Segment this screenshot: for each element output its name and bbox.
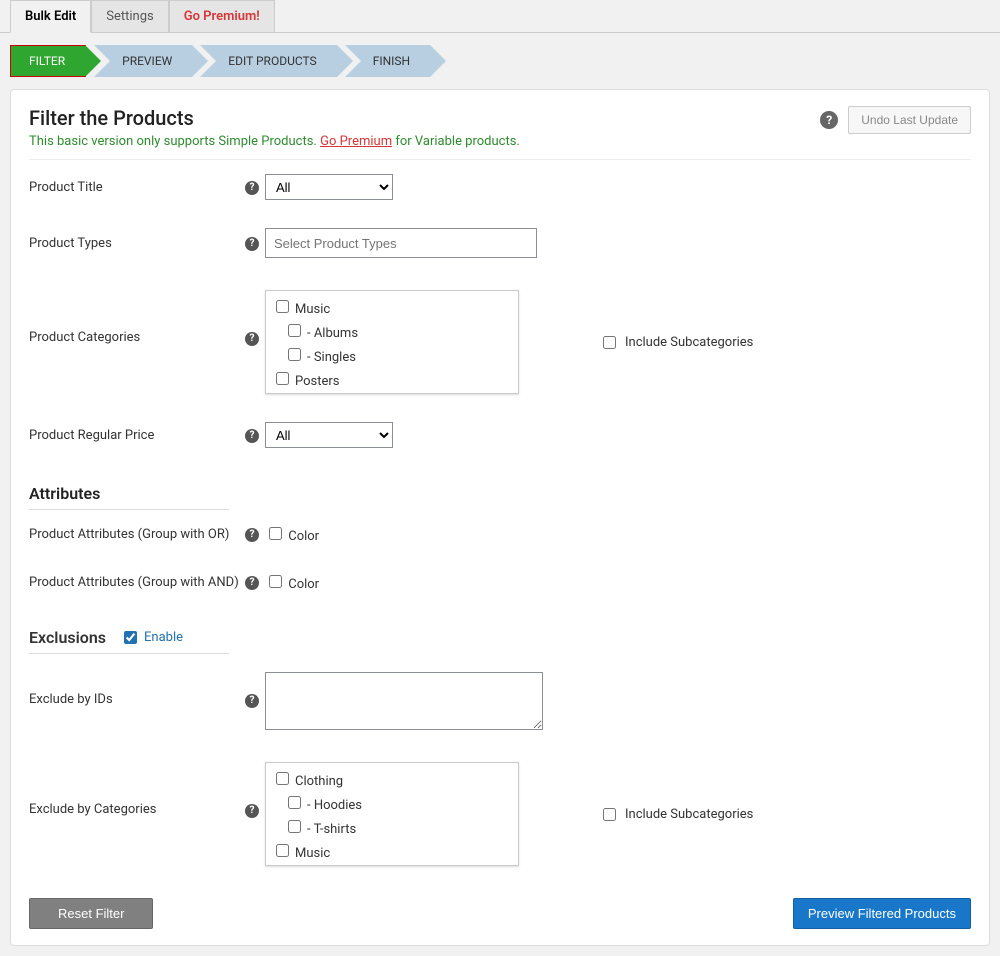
step-filter[interactable]: FILTER [10,45,86,77]
exclude-ids-textarea[interactable] [265,672,543,730]
page-title: Filter the Products [29,106,520,130]
attr-or-color[interactable]: Color [265,524,319,544]
label-exclude-categories: Exclude by Categories [29,762,239,817]
help-icon[interactable]: ? [245,429,259,443]
help-icon[interactable]: ? [245,528,259,542]
help-icon[interactable]: ? [245,804,259,818]
product-categories-list[interactable]: Music- Albums- SinglesPostersUncategoris… [265,290,519,394]
attributes-heading: Attributes [29,484,229,510]
label-exclude-ids: Exclude by IDs [29,672,239,707]
exclusions-enable-label: Enable [144,630,183,645]
attr-or-color-checkbox[interactable] [269,527,282,540]
step-preview[interactable]: PREVIEW [94,45,192,77]
label-product-title: Product Title [29,180,239,195]
reset-filter-button[interactable]: Reset Filter [29,898,153,929]
attr-or-color-label: Color [288,529,319,544]
attr-and-color-label: Color [288,577,319,592]
tab-bulk-edit[interactable]: Bulk Edit [10,0,91,33]
tab-settings[interactable]: Settings [91,0,168,33]
attr-and-color[interactable]: Color [265,572,319,592]
include-subcategories-exclude-checkbox[interactable] [603,808,616,821]
help-icon[interactable]: ? [245,237,259,251]
category-checkbox[interactable] [276,372,289,385]
help-icon[interactable]: ? [245,332,259,346]
regular-price-select[interactable]: All [265,422,393,448]
help-icon[interactable]: ? [245,181,259,195]
step-edit-products[interactable]: EDIT PRODUCTS [200,45,336,77]
subtitle-suffix: for Variable products. [395,134,520,149]
include-subcategories-top[interactable]: Include Subcategories [599,333,753,352]
category-option[interactable]: - Singles [272,343,512,367]
include-subcategories-top-label: Include Subcategories [625,335,753,350]
help-icon[interactable]: ? [245,694,259,708]
exclude-categories-list[interactable]: Clothing- Hoodies- T-shirtsMusic [265,762,519,866]
go-premium-link[interactable]: Go Premium [320,134,392,149]
category-option[interactable]: Posters [272,367,512,391]
category-option[interactable]: Uncategorised [272,391,512,394]
exclusions-heading: Exclusions [29,628,106,647]
stepper: FILTER PREVIEW EDIT PRODUCTS FINISH [0,33,1000,89]
category-option[interactable]: Music [272,295,512,319]
category-checkbox[interactable] [276,772,289,785]
help-icon[interactable]: ? [820,111,838,129]
product-types-input[interactable] [265,228,537,258]
step-finish[interactable]: FINISH [345,45,430,77]
category-checkbox[interactable] [288,796,301,809]
label-regular-price: Product Regular Price [29,428,239,443]
attr-and-color-checkbox[interactable] [269,575,282,588]
category-option[interactable]: - Hoodies [272,791,512,815]
label-attr-or: Product Attributes (Group with OR) [29,527,239,542]
tab-go-premium[interactable]: Go Premium! [169,0,275,33]
page-subtitle: This basic version only supports Simple … [29,134,520,149]
filter-panel: Filter the Products This basic version o… [10,89,990,946]
exclusions-enable[interactable]: Enable [120,628,183,647]
product-title-select[interactable]: All [265,174,393,200]
include-subcategories-exclude[interactable]: Include Subcategories [599,805,753,824]
category-option[interactable]: Clothing [272,767,512,791]
label-product-types: Product Types [29,236,239,251]
label-attr-and: Product Attributes (Group with AND) [29,575,239,590]
preview-filtered-products-button[interactable]: Preview Filtered Products [793,898,971,929]
category-checkbox[interactable] [276,844,289,857]
category-option[interactable]: - Albums [272,319,512,343]
undo-last-update-button[interactable]: Undo Last Update [848,106,971,134]
subtitle-prefix: This basic version only supports Simple … [29,134,320,149]
include-subcategories-top-checkbox[interactable] [603,336,616,349]
category-option[interactable]: - T-shirts [272,815,512,839]
category-checkbox[interactable] [288,348,301,361]
include-subcategories-exclude-label: Include Subcategories [625,807,753,822]
panel-header: Filter the Products This basic version o… [29,106,971,160]
top-tabs: Bulk Edit Settings Go Premium! [0,0,1000,33]
label-product-categories: Product Categories [29,290,239,345]
exclusions-enable-checkbox[interactable] [124,631,137,644]
category-option[interactable]: Music [272,839,512,863]
category-checkbox[interactable] [276,300,289,313]
category-checkbox[interactable] [288,820,301,833]
category-checkbox[interactable] [288,324,301,337]
help-icon[interactable]: ? [245,576,259,590]
